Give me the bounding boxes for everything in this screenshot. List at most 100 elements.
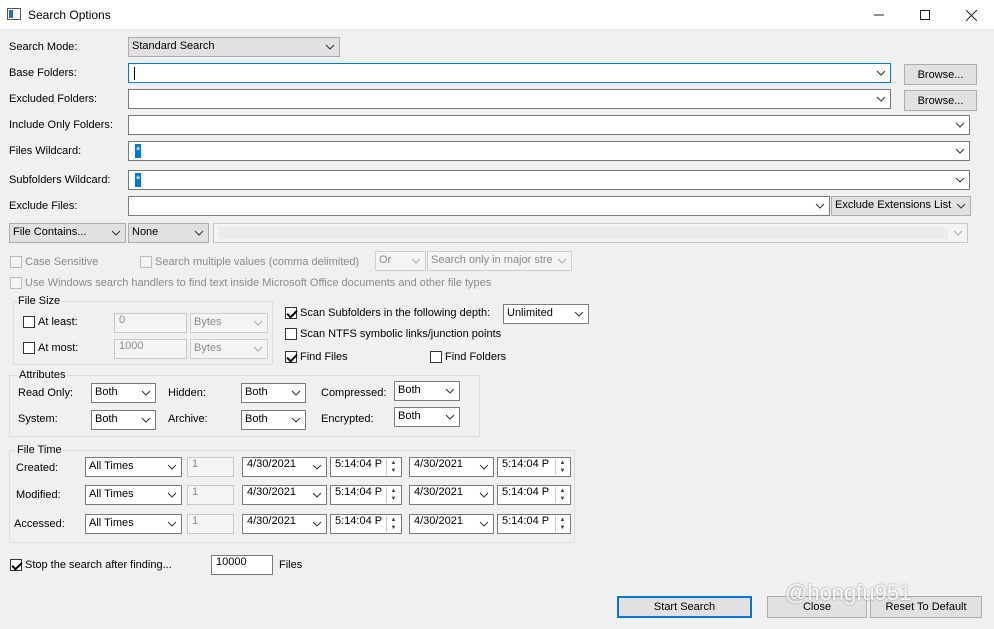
spinner-icon[interactable]: ▲ ▼ <box>555 487 569 503</box>
chevron-down-icon[interactable] <box>478 489 490 501</box>
files-wildcard-input[interactable]: * <box>128 141 970 161</box>
modified-time1-input[interactable]: 5:14:04 P ▲ ▼ <box>330 485 402 505</box>
file-contains-text-input[interactable] <box>213 223 968 243</box>
encrypted-select[interactable]: Both <box>394 407 460 427</box>
include-only-folders-input[interactable] <box>128 115 970 135</box>
exclude-files-input[interactable] <box>128 196 830 216</box>
stop-after-unit: Files <box>279 559 303 571</box>
hidden-label: Hidden: <box>168 387 206 399</box>
chevron-down-icon <box>444 385 456 397</box>
app-icon <box>7 8 21 20</box>
base-folders-browse-button[interactable]: Browse... <box>904 64 977 85</box>
at-most-label: At most: <box>38 342 79 354</box>
accessed-date1-input[interactable]: 4/30/2021 <box>242 514 327 534</box>
base-folders-input[interactable] <box>128 63 891 83</box>
at-most-unit-select[interactable]: Bytes <box>190 339 268 359</box>
modified-time2-input[interactable]: 5:14:04 P ▲ ▼ <box>497 485 571 505</box>
encoding-select[interactable]: None <box>128 223 209 243</box>
at-most-input[interactable]: 1000 <box>114 339 187 359</box>
created-date1-value: 4/30/2021 <box>247 458 296 470</box>
encoding-value: None <box>132 226 159 238</box>
chevron-down-icon[interactable] <box>311 461 323 473</box>
created-date2-input[interactable]: 4/30/2021 <box>409 457 494 477</box>
scan-subfolders-checkbox[interactable] <box>285 307 297 319</box>
chevron-down-icon[interactable] <box>954 145 966 157</box>
spinner-icon[interactable]: ▲ ▼ <box>555 459 569 475</box>
at-least-unit-select[interactable]: Bytes <box>190 313 268 333</box>
base-folders-value <box>129 61 133 76</box>
modified-num-input[interactable]: 1 <box>187 485 234 505</box>
search-mode-select[interactable]: Standard Search <box>128 37 340 57</box>
chevron-down-icon <box>573 308 585 320</box>
chevron-down-icon <box>955 200 967 212</box>
chevron-down-icon[interactable] <box>954 119 966 131</box>
start-search-button[interactable]: Start Search <box>617 596 752 618</box>
created-time1-input[interactable]: 5:14:04 P ▲ ▼ <box>330 457 402 477</box>
excluded-folders-browse-button[interactable]: Browse... <box>904 90 977 111</box>
chevron-down-icon[interactable] <box>875 67 887 79</box>
accessed-date2-input[interactable]: 4/30/2021 <box>409 514 494 534</box>
attributes-title: Attributes <box>17 369 68 381</box>
archive-select[interactable]: Both <box>241 410 306 430</box>
scan-ntfs-label: Scan NTFS symbolic links/junction points <box>300 328 502 340</box>
chevron-down-icon <box>166 461 178 473</box>
or-select[interactable]: Or <box>375 251 426 271</box>
excluded-folders-value <box>129 87 133 102</box>
exclude-files-value <box>129 194 133 209</box>
maximize-button[interactable] <box>902 0 948 30</box>
windows-handlers-checkbox[interactable] <box>10 277 22 289</box>
accessed-time1-value: 5:14:04 P <box>335 515 383 527</box>
chevron-down-icon[interactable] <box>875 93 887 105</box>
system-label: System: <box>18 413 58 425</box>
read-only-select[interactable]: Both <box>91 383 156 403</box>
chevron-down-icon <box>952 227 964 239</box>
spinner-icon[interactable]: ▲ ▼ <box>386 516 400 532</box>
depth-select[interactable]: Unlimited <box>503 304 589 324</box>
excluded-folders-input[interactable] <box>128 89 891 109</box>
created-num-input[interactable]: 1 <box>187 457 234 477</box>
at-least-input[interactable]: 0 <box>114 313 187 333</box>
exclude-extensions-list-select[interactable]: Exclude Extensions List <box>831 196 971 216</box>
at-most-checkbox[interactable] <box>23 342 35 354</box>
accessed-num-input[interactable]: 1 <box>187 514 234 534</box>
accessed-date1-value: 4/30/2021 <box>247 515 296 527</box>
accessed-mode-select[interactable]: All Times <box>85 514 182 534</box>
accessed-time1-input[interactable]: 5:14:04 P ▲ ▼ <box>330 514 402 534</box>
close-window-button[interactable] <box>948 0 994 30</box>
chevron-down-icon[interactable] <box>814 200 826 212</box>
stop-after-checkbox[interactable] <box>10 559 22 571</box>
chevron-down-icon[interactable] <box>954 174 966 186</box>
spinner-icon[interactable]: ▲ ▼ <box>386 459 400 475</box>
compressed-select[interactable]: Both <box>394 381 460 401</box>
accessed-time2-input[interactable]: 5:14:04 P ▲ ▼ <box>497 514 571 534</box>
major-stream-select[interactable]: Search only in major stre <box>427 251 572 271</box>
minimize-button[interactable] <box>856 0 902 30</box>
modified-time2-value: 5:14:04 P <box>502 486 550 498</box>
modified-date2-input[interactable]: 4/30/2021 <box>409 485 494 505</box>
created-time2-input[interactable]: 5:14:04 P ▲ ▼ <box>497 457 571 477</box>
spinner-icon[interactable]: ▲ ▼ <box>555 516 569 532</box>
depth-value: Unlimited <box>507 307 553 319</box>
created-date1-input[interactable]: 4/30/2021 <box>242 457 327 477</box>
scan-ntfs-checkbox[interactable] <box>285 328 297 340</box>
find-files-checkbox[interactable] <box>285 351 297 363</box>
chevron-down-icon[interactable] <box>478 461 490 473</box>
multiple-values-checkbox[interactable] <box>140 256 152 268</box>
system-select[interactable]: Both <box>91 410 156 430</box>
case-sensitive-checkbox[interactable] <box>10 256 22 268</box>
modified-mode-select[interactable]: All Times <box>85 485 182 505</box>
chevron-down-icon[interactable] <box>478 518 490 530</box>
at-least-unit-value: Bytes <box>194 316 222 328</box>
find-folders-checkbox[interactable] <box>430 351 442 363</box>
created-mode-select[interactable]: All Times <box>85 457 182 477</box>
chevron-down-icon[interactable] <box>311 489 323 501</box>
stop-after-input[interactable]: 10000 <box>211 555 273 575</box>
file-contains-mode-select[interactable]: File Contains... <box>9 223 126 243</box>
hidden-select[interactable]: Both <box>241 383 306 403</box>
subfolders-wildcard-input[interactable]: * <box>128 170 970 190</box>
spinner-icon[interactable]: ▲ ▼ <box>386 487 400 503</box>
file-contains-mode-value: File Contains... <box>13 226 87 238</box>
chevron-down-icon[interactable] <box>311 518 323 530</box>
modified-date1-input[interactable]: 4/30/2021 <box>242 485 327 505</box>
at-least-checkbox[interactable] <box>23 316 35 328</box>
